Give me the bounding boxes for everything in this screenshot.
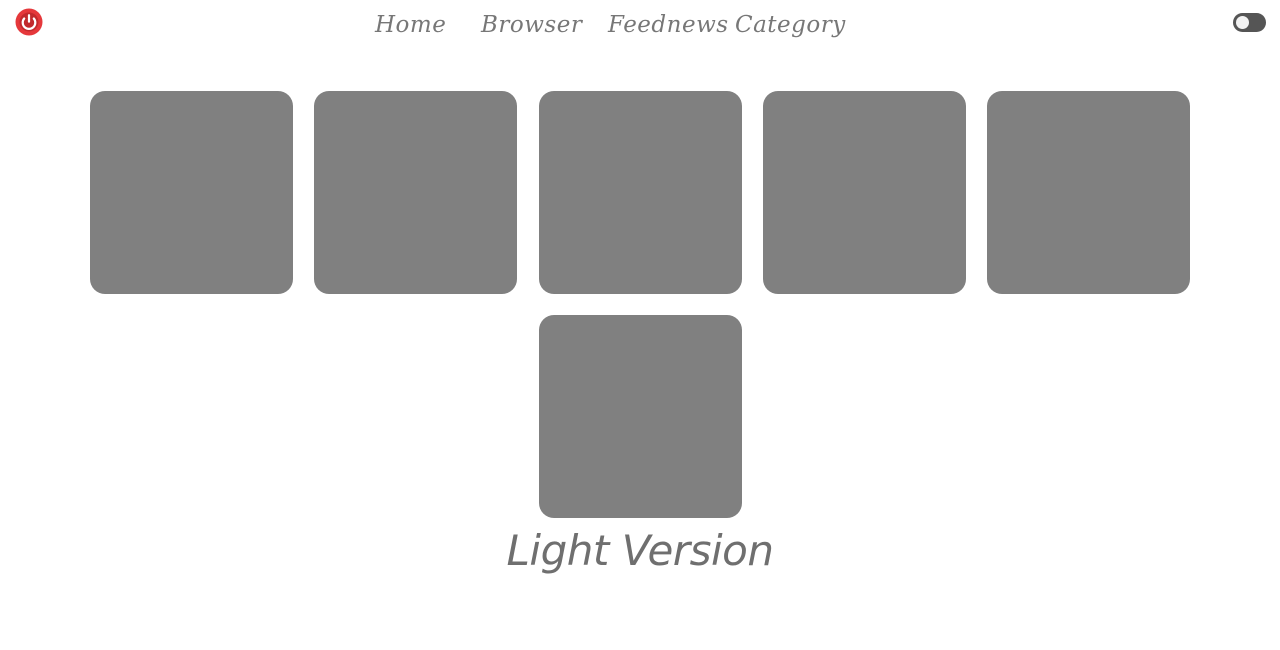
app-tile[interactable] bbox=[90, 91, 293, 294]
app-tile[interactable] bbox=[539, 91, 742, 294]
top-nav: Home Browser Feednews Category bbox=[0, 8, 1280, 44]
nav-item-home[interactable]: Home bbox=[375, 8, 446, 42]
toggle-knob bbox=[1236, 16, 1249, 29]
app-tile[interactable] bbox=[539, 315, 742, 518]
nav-item-feednews[interactable]: Feednews bbox=[608, 8, 729, 42]
app-tile[interactable] bbox=[763, 91, 966, 294]
app-tile[interactable] bbox=[314, 91, 517, 294]
nav-item-browser[interactable]: Browser bbox=[481, 8, 582, 42]
app-tile[interactable] bbox=[987, 91, 1190, 294]
nav-item-category[interactable]: Category bbox=[735, 8, 846, 42]
theme-toggle[interactable] bbox=[1233, 13, 1266, 32]
version-label: Light Version bbox=[506, 526, 774, 575]
page: Home Browser Feednews Category Light Ver… bbox=[0, 0, 1280, 650]
